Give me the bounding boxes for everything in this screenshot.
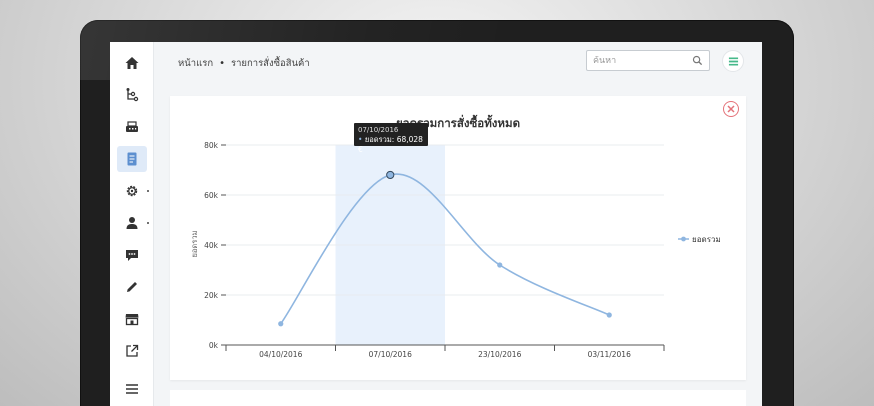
sidebar-item-edit[interactable] [117, 274, 147, 300]
sidebar-item-settings[interactable] [117, 178, 149, 204]
topbar: หน้าแรก • รายการสั่งซื้อสินค้า [154, 42, 762, 84]
x-tick-label: 23/10/2016 [478, 350, 521, 359]
hamburger-icon [126, 384, 138, 394]
user-icon [126, 217, 138, 229]
sidebar-item-sitemap[interactable] [117, 82, 147, 108]
x-tick-label: 04/10/2016 [259, 350, 302, 359]
list-icon [728, 56, 738, 66]
order-total-chart: 0k 20k 40k 60k 80k 04/10/2016 07/10/2016 23/10… [190, 114, 721, 359]
series-point-highlighted [386, 170, 395, 180]
breadcrumb-current: รายการสั่งซื้อสินค้า [230, 58, 310, 69]
pencil-icon [127, 282, 137, 292]
y-axis-label: ยอดรวม [190, 230, 199, 257]
y-tick-label: 0k [209, 341, 219, 350]
y-tick-label: 80k [204, 141, 219, 150]
close-icon [727, 105, 735, 113]
list-menu-button[interactable] [722, 50, 744, 72]
search-box [586, 50, 710, 71]
submenu-indicator [147, 222, 149, 224]
breadcrumb-home[interactable]: หน้าแรก [178, 56, 213, 71]
sidebar-item-home[interactable] [117, 50, 147, 76]
cash-register-icon [126, 121, 138, 132]
legend-marker [681, 236, 686, 242]
external-link-icon [126, 344, 139, 357]
sidebar [110, 42, 154, 406]
search-input[interactable] [593, 55, 689, 66]
sidebar-item-messages[interactable] [117, 242, 147, 268]
breadcrumb: หน้าแรก • รายการสั่งซื้อสินค้า [178, 56, 310, 71]
tooltip-bullet: • [358, 135, 363, 144]
legend: ยอดรวม [678, 235, 721, 244]
document-icon [127, 152, 137, 166]
gear-icon [126, 185, 138, 197]
sidebar-item-users[interactable] [117, 210, 149, 236]
x-tick-label: 07/10/2016 [369, 350, 412, 359]
chat-icon [126, 250, 138, 261]
sitemap-icon [126, 88, 139, 102]
series-point [278, 321, 284, 327]
series-point [497, 262, 503, 268]
sidebar-item-store[interactable] [117, 306, 147, 332]
store-icon [125, 314, 139, 326]
tooltip-label: ยอดรวม: [364, 135, 395, 144]
search-icon[interactable] [692, 55, 703, 66]
secondary-card [170, 390, 746, 406]
x-tick-label: 03/11/2016 [588, 350, 631, 359]
breadcrumb-separator: • [219, 58, 225, 69]
chart-card: 0k 20k 40k 60k 80k 04/10/2016 07/10/2016 23/10… [170, 96, 746, 380]
y-axis-ticks: 0k 20k 40k 60k 80k [204, 141, 226, 350]
tooltip-date: 07/10/2016 [358, 126, 399, 134]
sidebar-item-orders[interactable] [117, 146, 147, 172]
sidebar-item-export[interactable] [117, 338, 147, 364]
chart-tooltip: 07/10/2016 • ยอดรวม: 68,028 € [354, 123, 428, 154]
legend-label: ยอดรวม [692, 235, 721, 244]
sidebar-item-pos[interactable] [117, 114, 147, 140]
series-point [606, 312, 612, 318]
y-tick-label: 20k [204, 291, 219, 300]
submenu-indicator [147, 190, 149, 192]
sidebar-item-menu[interactable] [117, 376, 147, 402]
y-tick-label: 40k [204, 241, 219, 250]
x-axis: 04/10/2016 07/10/2016 23/10/2016 03/11/2016 [225, 344, 665, 359]
home-icon [125, 57, 139, 69]
tooltip-value-row: • ยอดรวม: 68,028 € [358, 135, 424, 155]
y-tick-label: 60k [204, 191, 219, 200]
close-button[interactable] [723, 101, 739, 117]
app-screen: หน้าแรก • รายการสั่งซื้อสินค้า 0k 20k 40k 6… [110, 42, 762, 406]
